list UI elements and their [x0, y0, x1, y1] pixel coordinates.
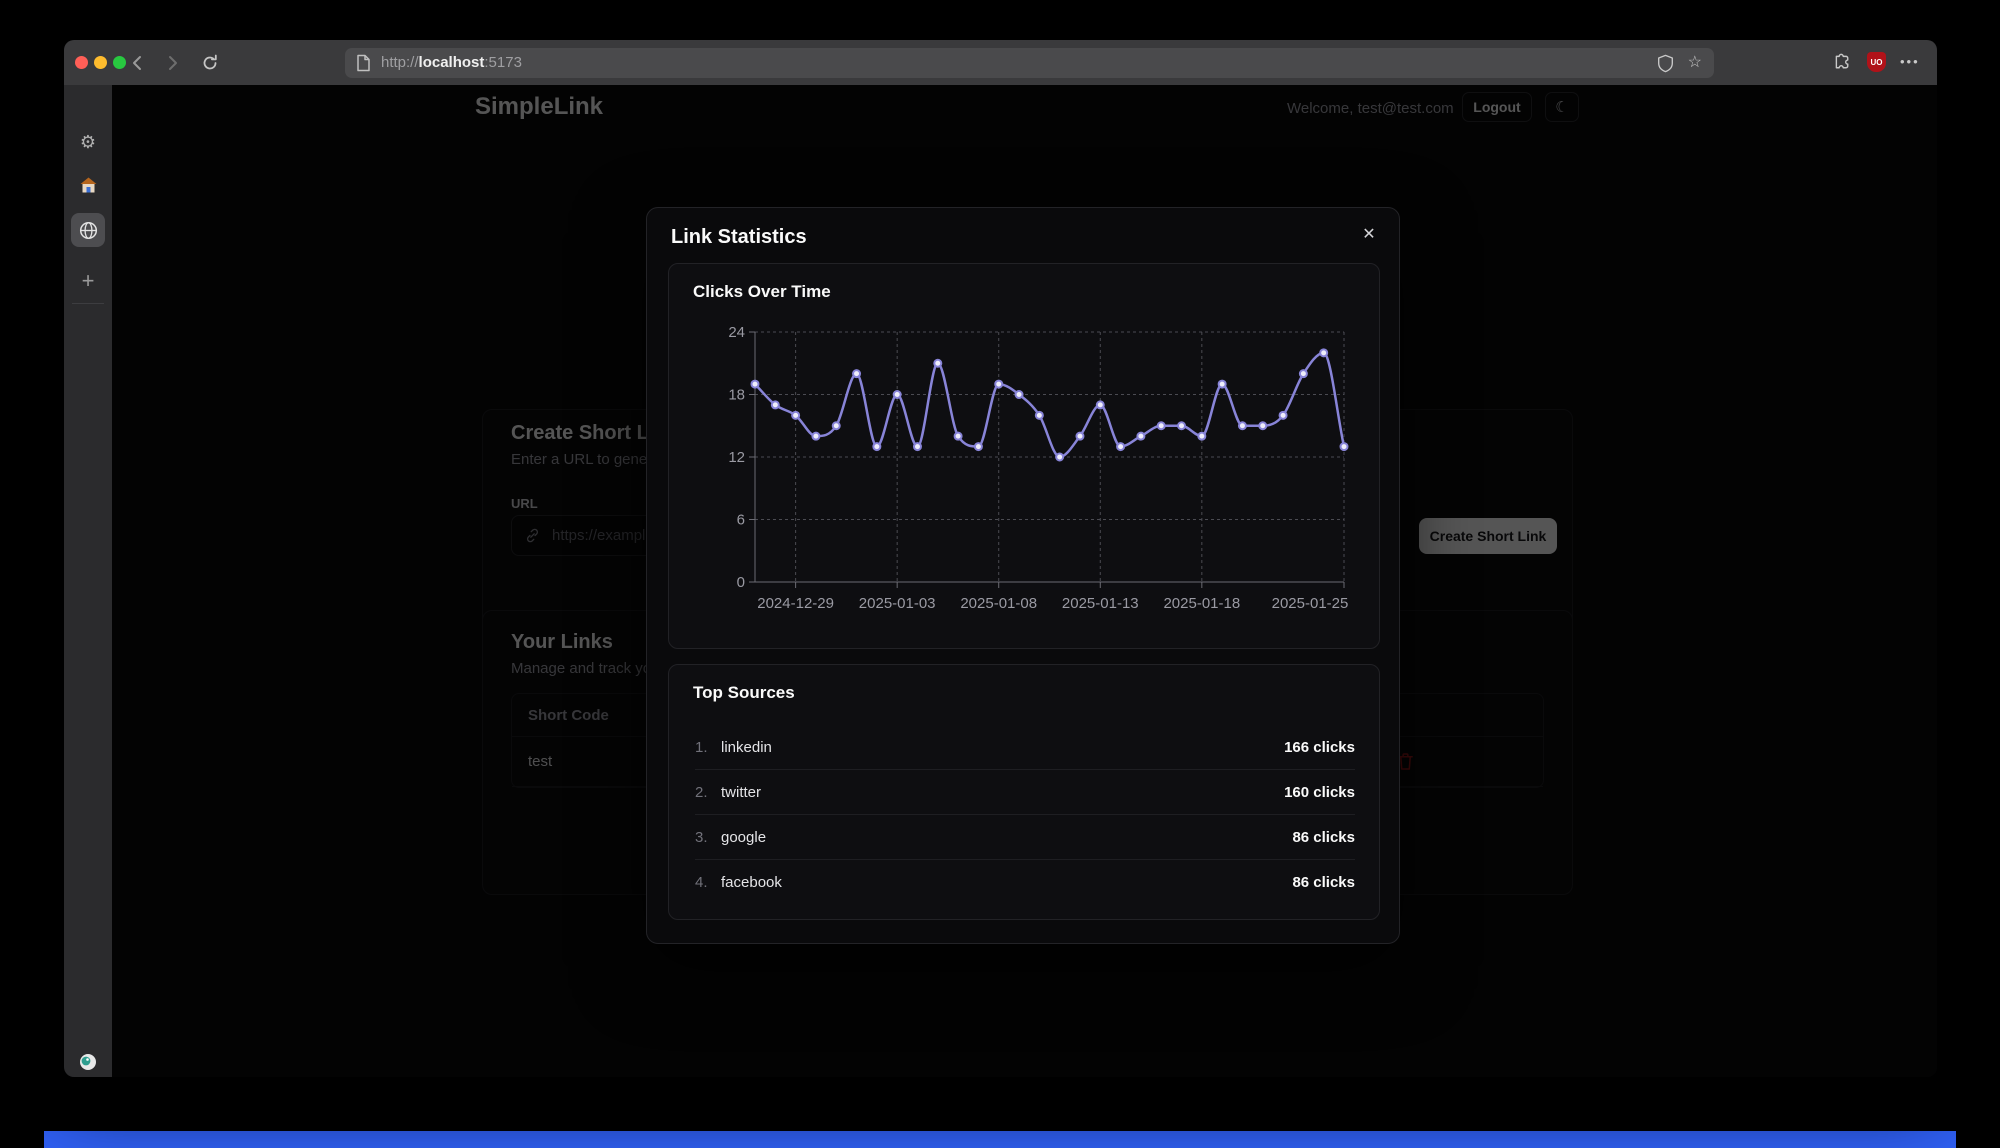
svg-text:2025-01-18: 2025-01-18	[1163, 595, 1240, 612]
ellipsis-icon: •••	[1900, 54, 1920, 69]
browser-toolbar: http://localhost:5173 ☆ UO •••	[64, 40, 1937, 85]
svg-text:0: 0	[737, 574, 745, 591]
url-text: http://localhost:5173	[381, 54, 522, 71]
svg-text:2025-01-03: 2025-01-03	[859, 595, 936, 612]
source-name: facebook	[721, 874, 1292, 891]
source-name: linkedin	[721, 739, 1284, 756]
extensions-button[interactable]	[1832, 52, 1853, 73]
screenshot-root: http://localhost:5173 ☆ UO ••• ⚙	[0, 0, 2000, 1148]
tab-home[interactable]	[71, 168, 105, 202]
svg-text:12: 12	[728, 449, 745, 466]
page-icon	[355, 54, 371, 72]
adblock-extension-button[interactable]: UO	[1867, 52, 1886, 72]
close-icon: ✕	[1362, 224, 1375, 244]
svg-text:18: 18	[728, 387, 745, 404]
source-rank: 2.	[695, 784, 721, 801]
menu-button[interactable]: •••	[1900, 54, 1920, 69]
globe-icon	[79, 221, 98, 240]
house-icon	[80, 177, 97, 193]
back-button[interactable]	[124, 51, 148, 75]
bookmark-star-icon[interactable]: ☆	[1688, 52, 1702, 72]
svg-text:6: 6	[737, 512, 745, 529]
close-window-button[interactable]	[75, 56, 88, 69]
source-row-facebook: 4.facebook86 clicks	[695, 860, 1355, 905]
sources-title: Top Sources	[693, 683, 795, 703]
clicks-line-chart: 0 6 12 18 24 2024-12-29 2025-01-03 2025-01-08 20…	[669, 264, 1381, 650]
modal-close-button[interactable]: ✕	[1355, 220, 1383, 248]
source-clicks: 166 clicks	[1284, 739, 1355, 756]
container-identity-button[interactable]	[71, 1045, 105, 1077]
clicks-over-time-card: Clicks Over Time 061218242024-12-292025-…	[668, 263, 1380, 649]
source-clicks: 86 clicks	[1292, 874, 1355, 891]
source-name: google	[721, 829, 1292, 846]
source-row-google: 3.google86 clicks	[695, 815, 1355, 860]
svg-text:2025-01-08: 2025-01-08	[960, 595, 1037, 612]
top-sources-card: Top Sources 1.linkedin166 clicks2.twitte…	[668, 664, 1380, 920]
link-statistics-modal: Link Statistics ✕ Clicks Over Time 06121…	[646, 207, 1400, 944]
svg-text:24: 24	[728, 324, 745, 341]
desktop-wallpaper-strip	[44, 1131, 1956, 1148]
plus-icon: +	[82, 268, 95, 294]
browser-settings-button[interactable]: ⚙	[71, 125, 105, 159]
tabstrip-divider	[72, 303, 104, 304]
top-sources-list: 1.linkedin166 clicks2.twitter160 clicks3…	[695, 725, 1355, 905]
source-name: twitter	[721, 784, 1284, 801]
svg-text:2025-01-13: 2025-01-13	[1062, 595, 1139, 612]
eye-icon	[78, 1053, 98, 1071]
source-clicks: 160 clicks	[1284, 784, 1355, 801]
puzzle-icon	[1832, 52, 1853, 73]
adblock-shield-icon: UO	[1867, 52, 1886, 72]
chevron-left-icon	[131, 55, 142, 71]
source-clicks: 86 clicks	[1292, 829, 1355, 846]
reload-icon	[201, 54, 219, 72]
source-row-linkedin: 1.linkedin166 clicks	[695, 725, 1355, 770]
minimize-window-button[interactable]	[94, 56, 107, 69]
new-tab-button[interactable]: +	[71, 264, 105, 298]
source-rank: 1.	[695, 739, 721, 756]
address-bar[interactable]: http://localhost:5173 ☆	[345, 48, 1714, 78]
url-host: localhost	[419, 54, 485, 71]
tracking-protection-shield-icon[interactable]	[1657, 54, 1674, 73]
modal-title: Link Statistics	[671, 226, 807, 249]
tab-simplelink-active[interactable]	[71, 213, 105, 247]
svg-text:2025-01-25: 2025-01-25	[1272, 595, 1349, 612]
svg-text:2024-12-29: 2024-12-29	[757, 595, 834, 612]
webpage-simplelink: SimpleLink Welcome, test@test.com Logout…	[112, 85, 1937, 1077]
source-rank: 4.	[695, 874, 721, 891]
reload-button[interactable]	[198, 51, 222, 75]
browser-window: http://localhost:5173 ☆ UO ••• ⚙	[64, 40, 1937, 1077]
forward-button[interactable]	[160, 51, 184, 75]
chevron-right-icon	[167, 55, 178, 71]
gear-icon: ⚙	[80, 132, 96, 153]
vertical-tab-strip: ⚙ +	[64, 85, 112, 1077]
source-rank: 3.	[695, 829, 721, 846]
source-row-twitter: 2.twitter160 clicks	[695, 770, 1355, 815]
